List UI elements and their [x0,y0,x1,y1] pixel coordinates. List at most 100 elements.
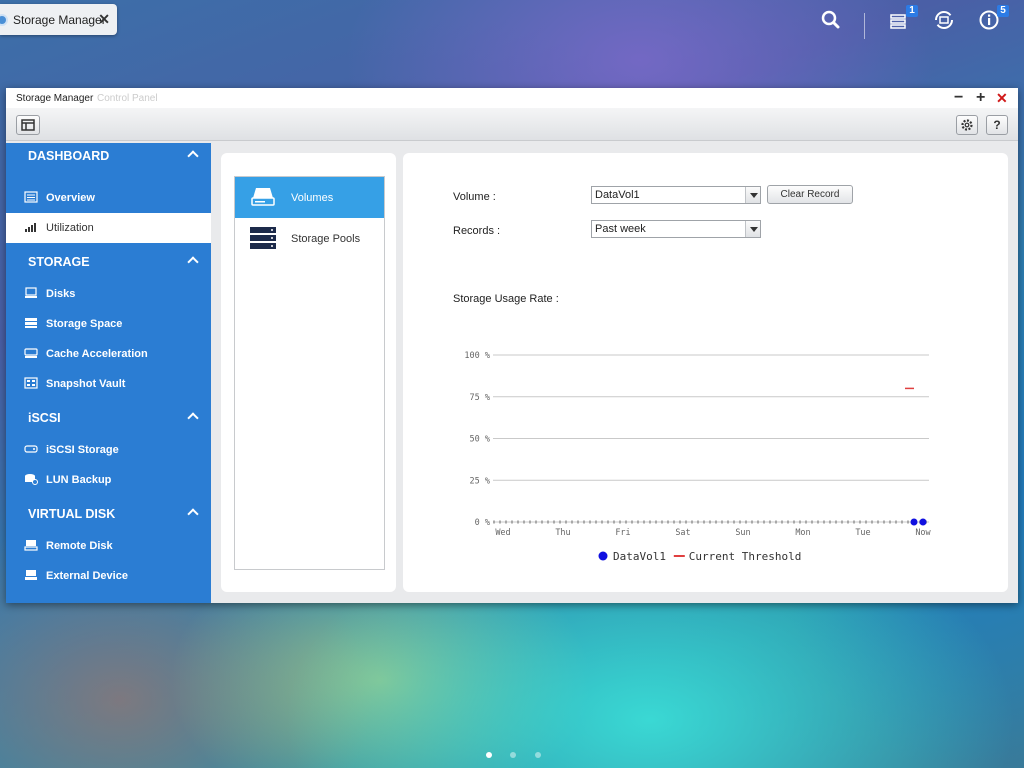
sidebar-item-label: Overview [46,192,95,204]
notifications-icon[interactable]: 1 [886,5,918,33]
settings-button[interactable] [956,115,978,135]
chevron-up-icon[interactable] [187,150,199,162]
y-tick-label: 100 % [464,351,490,361]
sidebar-item-label: Remote Disk [46,540,113,552]
y-tick-label: 75 % [470,393,490,403]
sidebar-item-label: External Device [46,570,128,582]
chevron-up-icon[interactable] [187,412,199,424]
sidebar-item-label: iSCSI Storage [46,444,119,456]
pager-dot[interactable] [486,752,492,758]
search-icon[interactable] [818,7,844,33]
section-storage[interactable]: STORAGE [6,249,211,275]
x-tick-label: Now [915,528,931,538]
pager-dot[interactable] [535,752,541,758]
volume-type-panel: Volumes Storage Pools [221,153,396,592]
section-label: DASHBOARD [28,149,110,163]
x-tick-label: Sun [735,528,750,538]
sidebar: DASHBOARD Overview Utilization STORAGE D… [6,143,211,603]
x-tick-label: Wed [495,528,510,538]
pager-dot[interactable] [510,752,516,758]
utilization-content: Volume : DataVol1 Clear Record Records :… [403,153,1008,592]
x-tick-label: Tue [855,528,870,538]
list-item-label: Storage Pools [291,233,361,245]
x-tick-label: Thu [555,528,570,538]
usage-rate-chart: 0 % 25 % 50 % 75 % 100 % Wed Thu Fri Sat Sun Mon Tu… [464,351,931,563]
minimize-button[interactable]: − [954,89,963,107]
help-button[interactable]: ? [986,115,1008,135]
disk-icon [25,287,37,298]
task-tab-storage-manager[interactable]: Storage Manager ✕ [0,4,117,35]
section-virtual-disk[interactable]: VIRTUAL DISK [6,501,211,527]
storage-manager-app-icon [0,13,8,26]
data-point [910,518,918,526]
section-label: iSCSI [28,411,61,425]
storage-pool-icon [250,227,276,249]
layout-toggle-button[interactable] [16,115,40,135]
list-item-storage-pools[interactable]: Storage Pools [235,218,384,259]
maximize-button[interactable]: + [976,89,985,107]
sidebar-item-disks[interactable]: Disks [6,279,211,309]
sidebar-item-storage-space[interactable]: Storage Space [6,309,211,339]
lun-backup-icon [25,474,38,485]
x-tick-label: Sat [675,528,690,538]
x-tick-label: Mon [795,528,810,538]
task-tab-label: Storage Manager [13,12,106,27]
sidebar-item-label: LUN Backup [46,474,112,486]
notifications-badge: 1 [906,5,918,17]
sidebar-item-label: Cache Acceleration [46,348,148,360]
x-tick-label: Fri [615,528,630,538]
sidebar-item-external-device[interactable]: External Device [6,561,211,591]
storage-space-icon [25,318,37,328]
sidebar-item-label: Snapshot Vault [46,378,126,390]
taskbar: Storage Manager ✕ 1 5 [0,0,1024,40]
layout-icon [21,119,35,131]
iscsi-icon [24,445,38,453]
gear-icon [961,119,973,131]
y-tick-label: 50 % [470,435,490,445]
sidebar-item-label: Disks [46,288,76,300]
window-subtitle: Control Panel [97,93,158,104]
chevron-up-icon[interactable] [187,508,199,520]
sidebar-item-label: Utilization [46,222,94,234]
remote-disk-icon [24,540,38,551]
list-item-label: Volumes [291,192,334,204]
y-tick-label: 0 % [475,518,490,528]
sidebar-item-overview[interactable]: Overview [6,183,211,213]
window-titlebar[interactable]: Storage Manager Control Panel − + ✕ [6,88,1018,108]
volume-icon [251,188,275,206]
sync-icon[interactable] [931,7,957,33]
sidebar-item-utilization[interactable]: Utilization [6,213,211,243]
info-badge: 5 [997,5,1009,17]
sidebar-item-cache-acceleration[interactable]: Cache Acceleration [6,339,211,369]
volume-type-list: Volumes Storage Pools [234,176,385,570]
data-point [919,518,927,526]
external-device-icon [25,570,37,580]
sidebar-item-snapshot-vault[interactable]: Snapshot Vault [6,369,211,399]
legend-label: Current Threshold [689,550,802,563]
sidebar-item-lun-backup[interactable]: LUN Backup [6,465,211,495]
y-tick-label: 25 % [470,476,490,486]
sidebar-item-iscsi-storage[interactable]: iSCSI Storage [6,435,211,465]
chevron-up-icon[interactable] [187,256,199,268]
help-icon: ? [993,118,1001,132]
sidebar-item-remote-disk[interactable]: Remote Disk [6,531,211,561]
close-icon[interactable]: ✕ [98,11,110,28]
sidebar-item-label: Storage Space [46,318,123,330]
info-icon[interactable]: 5 [977,5,1009,33]
taskbar-separator [864,13,865,39]
storage-manager-window: Storage Manager Control Panel − + ✕ ? DA… [6,88,1018,603]
cache-icon [24,348,38,358]
legend-series-marker [598,551,608,561]
section-label: STORAGE [28,255,90,269]
utilization-icon [25,223,36,232]
section-label: VIRTUAL DISK [28,507,116,521]
list-item-volumes[interactable]: Volumes [235,177,384,218]
legend-label: DataVol1 [613,550,666,563]
snapshot-icon [24,377,38,389]
window-toolbar: ? [6,108,1018,141]
overview-icon [24,191,38,203]
window-title: Storage Manager [16,93,94,104]
section-iscsi[interactable]: iSCSI [6,405,211,431]
section-dashboard[interactable]: DASHBOARD [6,143,211,169]
close-window-button[interactable]: ✕ [996,89,1008,107]
